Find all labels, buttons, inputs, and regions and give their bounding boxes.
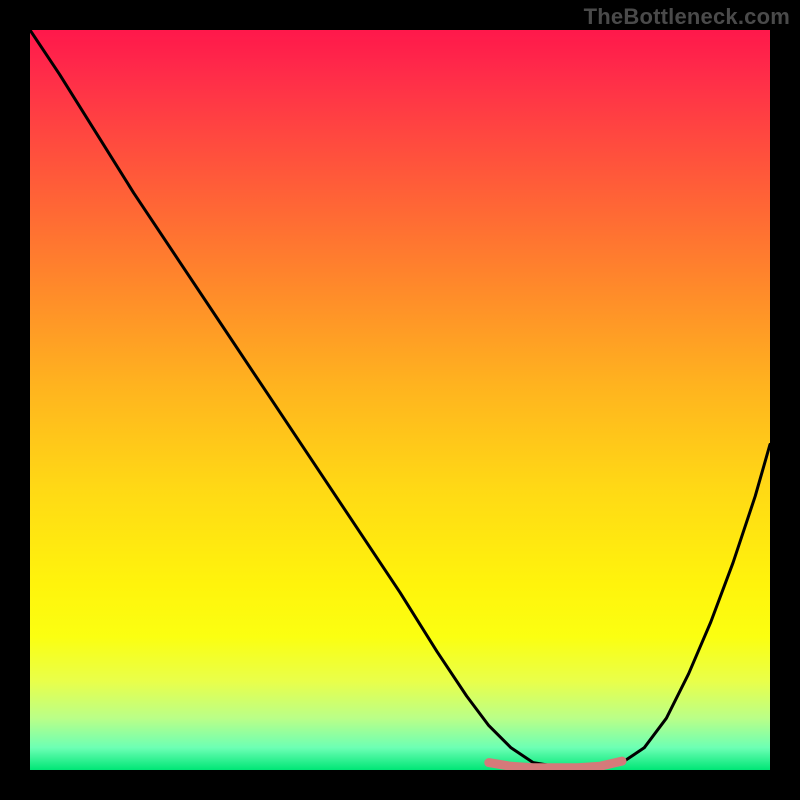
highlight-band: [489, 761, 622, 768]
curve-layer: [30, 30, 770, 770]
watermark-label: TheBottleneck.com: [584, 4, 790, 30]
chart-frame: TheBottleneck.com: [0, 0, 800, 800]
bottleneck-curve: [30, 30, 770, 766]
plot-area: [30, 30, 770, 770]
